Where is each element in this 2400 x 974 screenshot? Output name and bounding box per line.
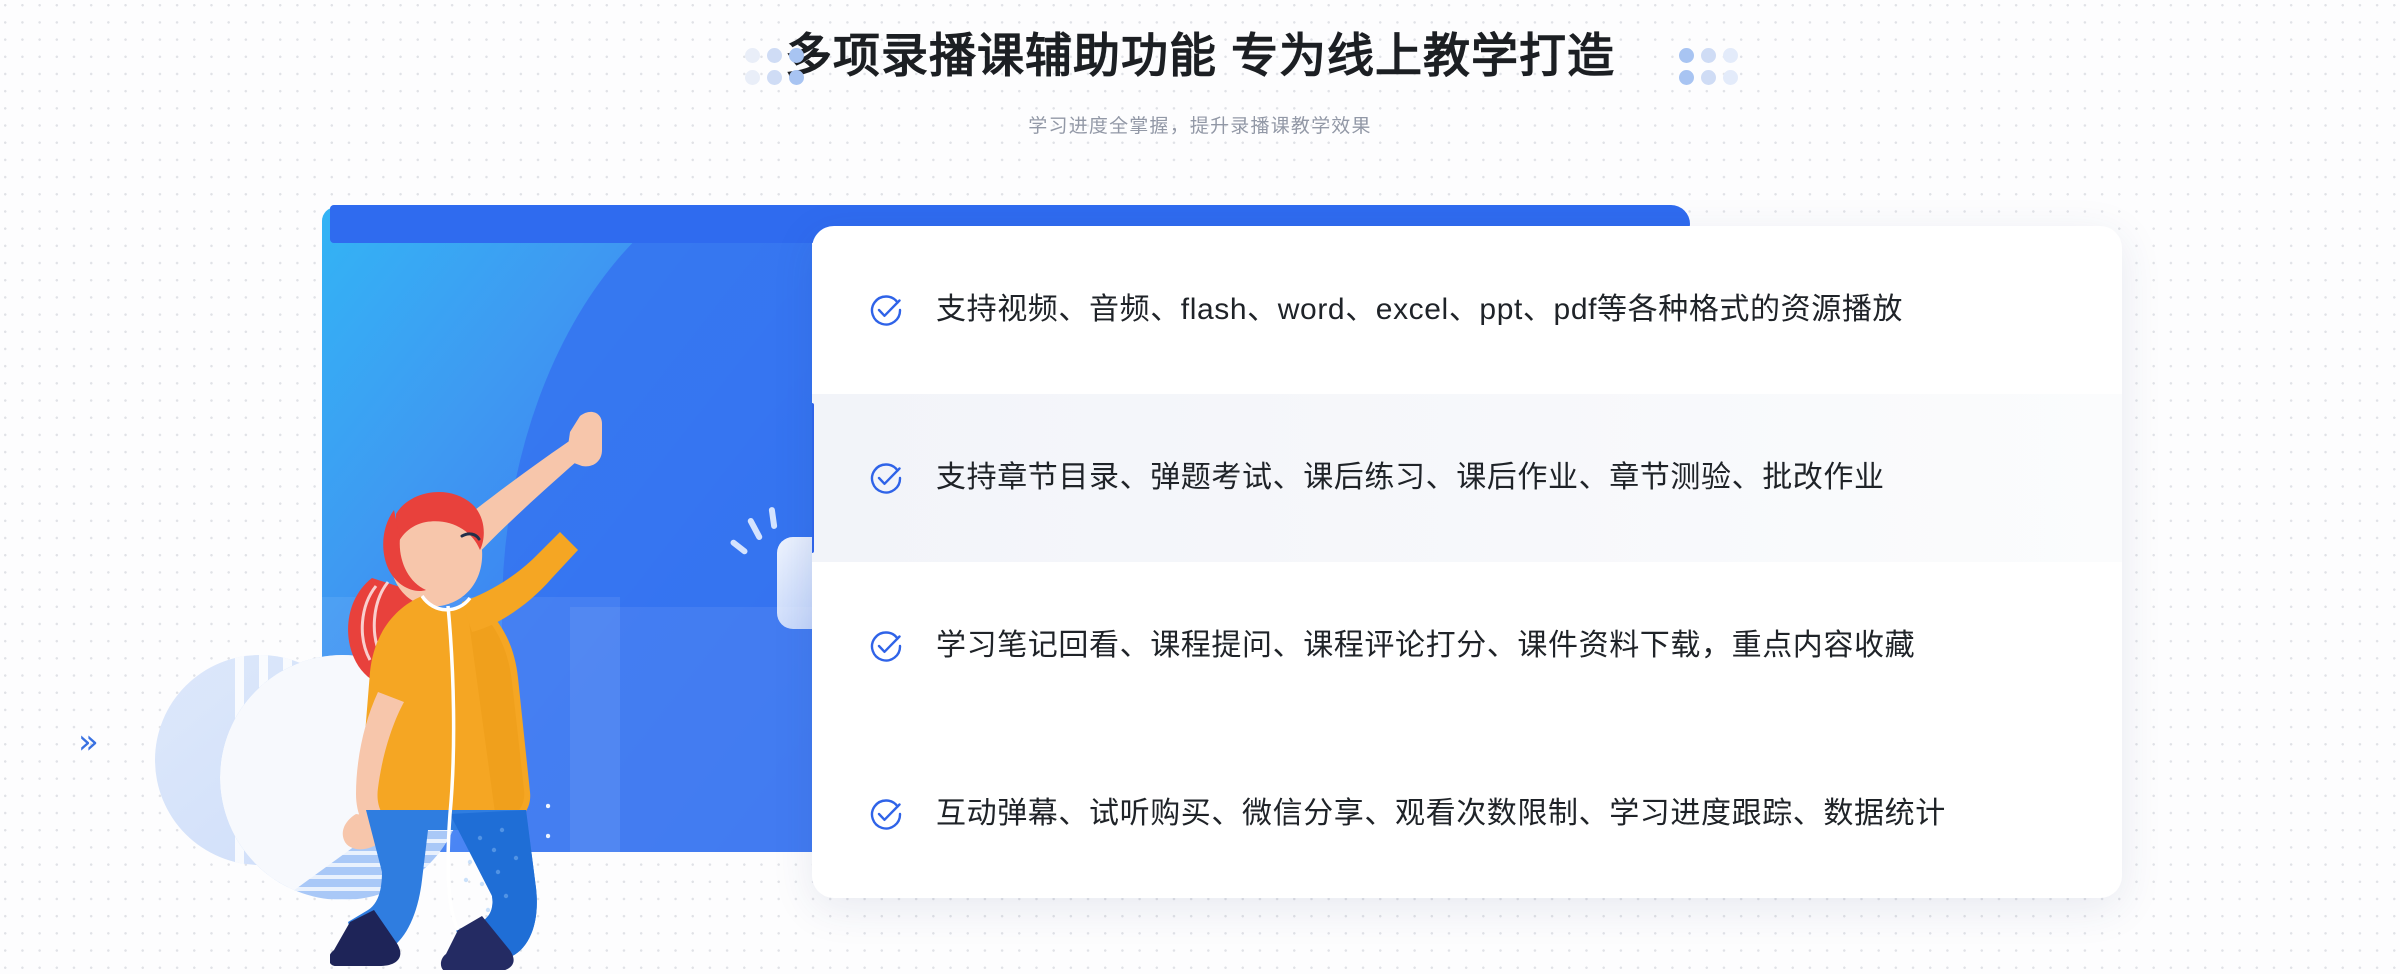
page-subtitle: 学习进度全掌握，提升录播课教学效果 [1028, 116, 1372, 137]
list-item[interactable]: 互动弹幕、试听购买、微信分享、观看次数限制、学习进度跟踪、数据统计 [812, 730, 2122, 898]
video-speech-bubble [777, 537, 812, 629]
features-card: 支持视频、音频、flash、word、excel、ppt、pdf等各种格式的资源… [812, 226, 2122, 898]
dot-grid-decoration-right [1679, 48, 1738, 88]
list-item[interactable]: 支持视频、音频、flash、word、excel、ppt、pdf等各种格式的资源… [812, 226, 2122, 394]
list-item[interactable]: 学习笔记回看、课程提问、课程评论打分、课件资料下载，重点内容收藏 [812, 562, 2122, 730]
chevron-right-icon: » [78, 722, 99, 762]
feature-text: 互动弹幕、试听购买、微信分享、观看次数限制、学习进度跟踪、数据统计 [936, 797, 1946, 830]
list-item[interactable]: 支持章节目录、弹题考试、课后练习、课后作业、章节测验、批改作业 [812, 394, 2122, 562]
check-circle-icon [870, 631, 902, 662]
check-circle-icon [870, 463, 902, 494]
feature-list: 支持视频、音频、flash、word、excel、ppt、pdf等各种格式的资源… [812, 226, 2122, 898]
dot-grid-decoration-left [745, 48, 804, 88]
check-circle-icon [870, 799, 902, 830]
feature-text: 支持章节目录、弹题考试、课后练习、课后作业、章节测验、批改作业 [936, 461, 1885, 494]
page-title: 多项录播课辅助功能 专为线上教学打造 [784, 29, 1616, 82]
check-circle-icon [870, 295, 902, 326]
banner-header: 多项录播课辅助功能 专为线上教学打造 学习进度全掌握，提升录播课教学效果 [0, 0, 2400, 180]
feature-text: 学习笔记回看、课程提问、课程评论打分、课件资料下载，重点内容收藏 [936, 629, 1916, 662]
feature-text: 支持视频、音频、flash、word、excel、ppt、pdf等各种格式的资源… [936, 293, 1904, 326]
woman-pointing-illustration [330, 411, 602, 970]
promo-banner: 多项录播课辅助功能 专为线上教学打造 学习进度全掌握，提升录播课教学效果 » « [0, 0, 2400, 974]
